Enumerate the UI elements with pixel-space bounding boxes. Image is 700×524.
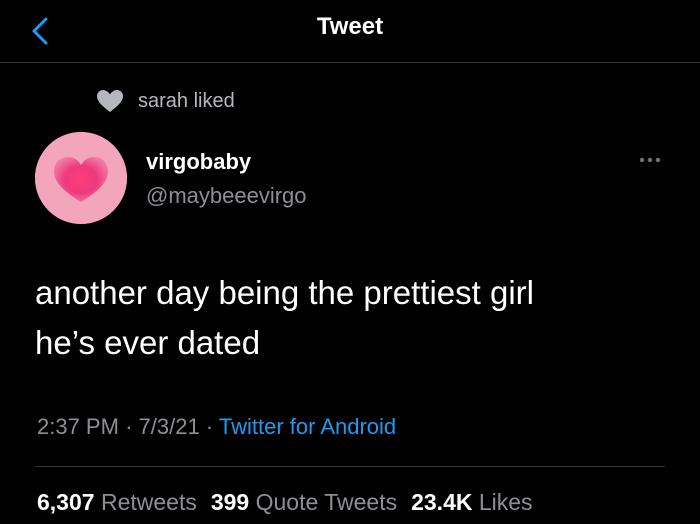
tweet-text-line: he’s ever dated (35, 324, 261, 361)
more-options-icon[interactable] (638, 155, 662, 165)
avatar[interactable] (35, 132, 127, 224)
quote-tweets-count: 399 (210, 489, 250, 515)
retweets-label: Retweets (100, 489, 197, 515)
tweet-time[interactable]: 2:37 PM (37, 414, 119, 439)
likes-stat[interactable]: 23.4K Likes (411, 489, 532, 515)
retweets-count: 6,307 (37, 489, 95, 515)
likes-count: 23.4K (411, 489, 473, 515)
divider (35, 466, 665, 467)
tweet-stats: 6,307 Retweets 399 Quote Tweets 23.4K Like… (37, 489, 533, 516)
quote-tweets-stat[interactable]: 399 Quote Tweets (211, 489, 397, 515)
avatar-heart-icon (35, 132, 127, 224)
page-title: Tweet (316, 13, 384, 40)
retweets-stat[interactable]: 6,307 Retweets (37, 489, 197, 515)
meta-separator: · (125, 414, 133, 439)
tweet-text: another day being the prettiest girl he’… (35, 268, 655, 368)
header-bar: Tweet (0, 0, 700, 63)
tweet-source-link[interactable]: Twitter for Android (219, 414, 396, 439)
tweet-meta: 2:37 PM · 7/3/21 · Twitter for Android (37, 414, 396, 440)
social-context[interactable]: sarah liked (96, 88, 235, 114)
tweet-text-line: another day being the prettiest girl (35, 274, 534, 311)
meta-separator: · (205, 414, 214, 439)
author-name[interactable]: virgobaby (146, 149, 251, 175)
liked-by-text: sarah liked (138, 89, 235, 112)
author-handle[interactable]: @maybeeevirgo (146, 183, 307, 209)
quote-tweets-label: Quote Tweets (255, 489, 398, 515)
tweet-date[interactable]: 7/3/21 (139, 414, 200, 439)
likes-label: Likes (478, 489, 533, 515)
heart-icon (97, 90, 123, 112)
